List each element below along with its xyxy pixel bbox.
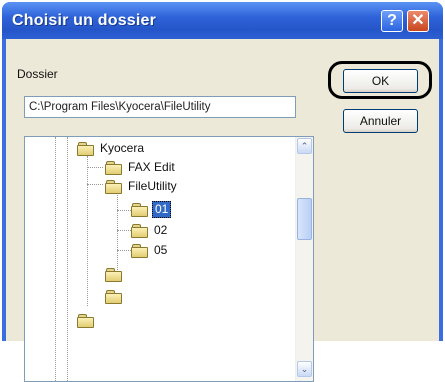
folder-label: Dossier: [17, 67, 58, 81]
tree-connector: [55, 137, 56, 381]
tree-connector: [67, 137, 68, 381]
folder-icon: [105, 179, 122, 194]
folder-icon: [77, 313, 94, 328]
folder-icon: [131, 223, 148, 238]
tree-connector: [117, 250, 131, 251]
tree-item-05[interactable]: 05: [131, 241, 169, 259]
tree-item[interactable]: [105, 287, 130, 305]
tree-item[interactable]: [105, 265, 130, 283]
ok-button-highlight-circle: [328, 61, 432, 99]
help-button[interactable]: ?: [381, 10, 403, 32]
tree-connector: [117, 210, 131, 211]
vertical-scrollbar[interactable]: ⌃ ⌄: [295, 137, 313, 381]
tree-item-fax-edit[interactable]: FAX Edit: [105, 158, 177, 176]
tree-connector: [117, 230, 131, 231]
dialog-body: Dossier C:\Program Files\Kyocera\FileUti…: [6, 39, 439, 382]
tree-item-kyocera[interactable]: Kyocera: [77, 139, 146, 157]
dialog-title: Choisir un dossier: [12, 12, 157, 29]
tree-item-label: FAX Edit: [128, 159, 175, 174]
tree-connector: [87, 184, 103, 185]
open-folder-icon: [131, 202, 148, 217]
folder-path-input[interactable]: C:\Program Files\Kyocera\FileUtility: [24, 96, 296, 118]
scroll-up-icon[interactable]: ⌃: [297, 138, 312, 154]
tree-item-label: 05: [154, 242, 168, 257]
scroll-thumb[interactable]: [297, 198, 312, 240]
folder-icon: [105, 267, 122, 282]
tree-item-fileutility[interactable]: FileUtility: [105, 177, 179, 195]
folder-tree[interactable]: Kyocera FAX Edit FileUtility 01 02 05 ⌃ …: [24, 136, 314, 382]
tree-item-02[interactable]: 02: [131, 221, 169, 239]
folder-icon: [131, 243, 148, 258]
close-button[interactable]: ✕: [407, 10, 429, 32]
tree-item[interactable]: [77, 311, 102, 329]
tree-item-label-selected: 01: [152, 200, 172, 218]
title-bar[interactable]: Choisir un dossier ? ✕: [2, 2, 443, 39]
tree-connector: [117, 192, 118, 272]
scroll-down-icon[interactable]: ⌄: [297, 361, 312, 377]
choose-folder-dialog: Choisir un dossier ? ✕ Dossier C:\Progra…: [2, 2, 443, 382]
tree-item-label: 02: [154, 222, 168, 237]
folder-icon: [77, 141, 94, 156]
folder-icon: [105, 289, 122, 304]
tree-item-label: Kyocera: [100, 140, 145, 155]
tree-item-01[interactable]: 01: [131, 200, 172, 218]
cancel-button[interactable]: Annuler: [343, 109, 418, 133]
folder-icon: [105, 160, 122, 175]
tree-connector: [87, 156, 88, 306]
tree-item-label: FileUtility: [128, 178, 177, 193]
tree-connector: [87, 167, 103, 168]
